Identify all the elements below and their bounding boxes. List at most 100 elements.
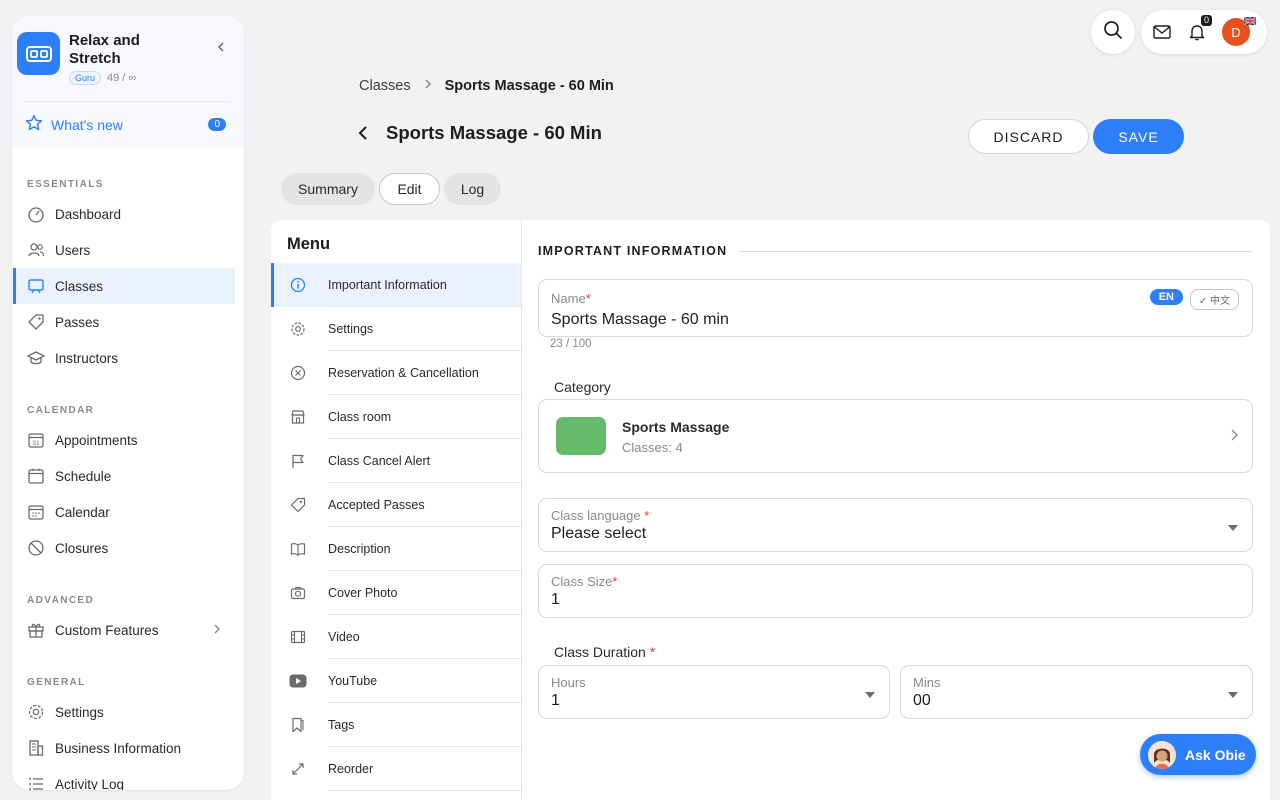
dashboard-icon bbox=[27, 205, 45, 223]
breadcrumb-current: Sports Massage - 60 Min bbox=[444, 78, 614, 94]
film-icon bbox=[289, 628, 307, 646]
brand-logo-icon bbox=[17, 32, 60, 75]
sidebar-item-classes[interactable]: Classes bbox=[13, 268, 235, 304]
language-zh-toggle[interactable]: ✓ 中文 bbox=[1189, 289, 1239, 310]
whats-new-count-badge: 0 bbox=[208, 118, 226, 131]
calendar-grid-icon bbox=[27, 503, 45, 521]
page-title: Sports Massage - 60 Min bbox=[386, 122, 602, 143]
whats-new-label: What's new bbox=[51, 116, 123, 133]
sidebar-item-custom-features[interactable]: Custom Features bbox=[13, 612, 235, 648]
menu-item-label: Important Information bbox=[328, 278, 447, 292]
whats-new-link[interactable]: What's new 0 bbox=[17, 102, 234, 135]
menu-item-class-cancel-alert[interactable]: Class Cancel Alert bbox=[271, 439, 521, 483]
youtube-icon bbox=[289, 672, 307, 690]
section-calendar: CALENDAR bbox=[27, 405, 95, 416]
sidebar-item-label: Classes bbox=[55, 278, 104, 294]
sidebar-item-label: Business Information bbox=[55, 740, 182, 756]
sidebar-item-dashboard[interactable]: Dashboard bbox=[13, 196, 235, 232]
sidebar-item-activity-log[interactable]: Activity Log bbox=[13, 766, 235, 790]
menu-item-accepted-passes[interactable]: Accepted Passes bbox=[271, 483, 521, 527]
class-language-select[interactable]: Class language * Please select bbox=[538, 498, 1253, 552]
storefront-icon bbox=[289, 408, 307, 426]
info-icon bbox=[289, 276, 307, 294]
menu-item-important-information[interactable]: Important Information bbox=[271, 263, 521, 307]
category-name: Sports Massage bbox=[622, 419, 730, 435]
duration-mins-select[interactable]: Mins 00 bbox=[900, 665, 1253, 719]
sidebar-item-users[interactable]: Users bbox=[13, 232, 235, 268]
sidebar-item-appointments[interactable]: 31 Appointments bbox=[13, 422, 235, 458]
hours-label: Hours bbox=[551, 675, 586, 690]
resize-arrows-icon bbox=[289, 760, 307, 778]
menu-item-label: Video bbox=[328, 630, 360, 644]
menu-item-label: YouTube bbox=[328, 674, 378, 688]
tab-edit[interactable]: Edit bbox=[379, 173, 440, 205]
name-label: Name bbox=[551, 291, 586, 306]
name-value: Sports Massage - 60 min bbox=[551, 311, 729, 328]
sidebar-item-schedule[interactable]: Schedule bbox=[13, 458, 235, 494]
class-language-label: Class language bbox=[551, 508, 641, 523]
save-button[interactable]: SAVE bbox=[1093, 119, 1184, 154]
sidebar-item-closures[interactable]: Closures bbox=[13, 530, 235, 566]
assistant-avatar-icon bbox=[1148, 740, 1176, 769]
menu-item-video[interactable]: Video bbox=[271, 615, 521, 659]
menu-item-description[interactable]: Description bbox=[271, 527, 521, 571]
sidebar-item-business-information[interactable]: Business Information bbox=[13, 730, 235, 766]
mins-value: 00 bbox=[913, 692, 931, 709]
breadcrumb-classes-link[interactable]: Classes bbox=[359, 78, 411, 94]
user-avatar[interactable]: D bbox=[1222, 16, 1257, 46]
classes-icon bbox=[27, 277, 45, 295]
discard-button[interactable]: DISCARD bbox=[968, 119, 1089, 154]
sidebar-item-instructors[interactable]: Instructors bbox=[13, 340, 235, 376]
menu-item-class-room[interactable]: Class room bbox=[271, 395, 521, 439]
sidebar-item-label: Activity Log bbox=[55, 776, 125, 791]
users-icon bbox=[27, 241, 45, 259]
menu-item-youtube[interactable]: YouTube bbox=[271, 659, 521, 703]
brand[interactable]: Relax and Stretch Guru 49 / ∞ bbox=[17, 32, 234, 85]
search-button[interactable] bbox=[1091, 10, 1135, 54]
mail-icon[interactable] bbox=[1153, 25, 1171, 39]
search-icon bbox=[1103, 20, 1123, 45]
collapse-sidebar-icon[interactable] bbox=[214, 40, 228, 54]
building-icon bbox=[27, 739, 45, 757]
calendar-31-icon: 31 bbox=[27, 431, 45, 449]
uk-flag-icon bbox=[1243, 12, 1257, 30]
gift-icon bbox=[27, 621, 45, 639]
star-icon bbox=[25, 114, 43, 135]
category-selector[interactable]: Sports Massage Classes: 4 bbox=[538, 399, 1253, 473]
menu-item-cover-photo[interactable]: Cover Photo bbox=[271, 571, 521, 615]
sidebar-item-label: Appointments bbox=[55, 432, 138, 448]
ask-obie-button[interactable]: Ask Obie bbox=[1140, 734, 1256, 775]
menu-item-reorder[interactable]: Reorder bbox=[271, 747, 521, 791]
sidebar-item-label: Passes bbox=[55, 314, 100, 330]
notifications-bell-icon[interactable]: 0 bbox=[1188, 15, 1212, 41]
menu-item-settings[interactable]: Settings bbox=[271, 307, 521, 351]
ask-obie-label: Ask Obie bbox=[1185, 746, 1246, 763]
class-size-field[interactable]: Class Size* 1 bbox=[538, 564, 1253, 618]
duration-hours-select[interactable]: Hours 1 bbox=[538, 665, 890, 719]
list-icon bbox=[27, 775, 45, 790]
open-book-icon bbox=[289, 540, 307, 558]
sidebar-item-label: Custom Features bbox=[55, 622, 159, 638]
back-arrow-icon[interactable] bbox=[356, 125, 370, 141]
flag-icon bbox=[289, 452, 307, 470]
sidebar-item-settings[interactable]: Settings bbox=[13, 694, 235, 730]
sidebar-item-label: Calendar bbox=[55, 504, 110, 520]
menu-item-tags[interactable]: Tags bbox=[271, 703, 521, 747]
menu-item-label: Reservation & Cancellation bbox=[328, 366, 479, 380]
sidebar-item-passes[interactable]: Passes bbox=[13, 304, 235, 340]
tab-log[interactable]: Log bbox=[444, 173, 501, 205]
gear-icon bbox=[289, 320, 307, 338]
camera-icon bbox=[289, 584, 307, 602]
menu-item-reservation-cancellation[interactable]: Reservation & Cancellation bbox=[271, 351, 521, 395]
class-size-label: Class Size bbox=[551, 574, 613, 589]
menu-item-label: Class Cancel Alert bbox=[328, 454, 431, 468]
menu-item-label: Reorder bbox=[328, 762, 374, 776]
sidebar: Relax and Stretch Guru 49 / ∞ What's new… bbox=[12, 16, 244, 790]
chevron-right-icon bbox=[1228, 428, 1240, 447]
tab-summary[interactable]: Summary bbox=[281, 173, 375, 205]
caret-down-icon bbox=[1228, 692, 1238, 698]
name-field[interactable]: Name* Sports Massage - 60 min EN ✓ 中文 bbox=[538, 279, 1253, 337]
sidebar-item-calendar[interactable]: Calendar bbox=[13, 494, 235, 530]
name-char-counter: 23 / 100 bbox=[550, 338, 592, 350]
language-en-toggle[interactable]: EN bbox=[1149, 289, 1183, 305]
